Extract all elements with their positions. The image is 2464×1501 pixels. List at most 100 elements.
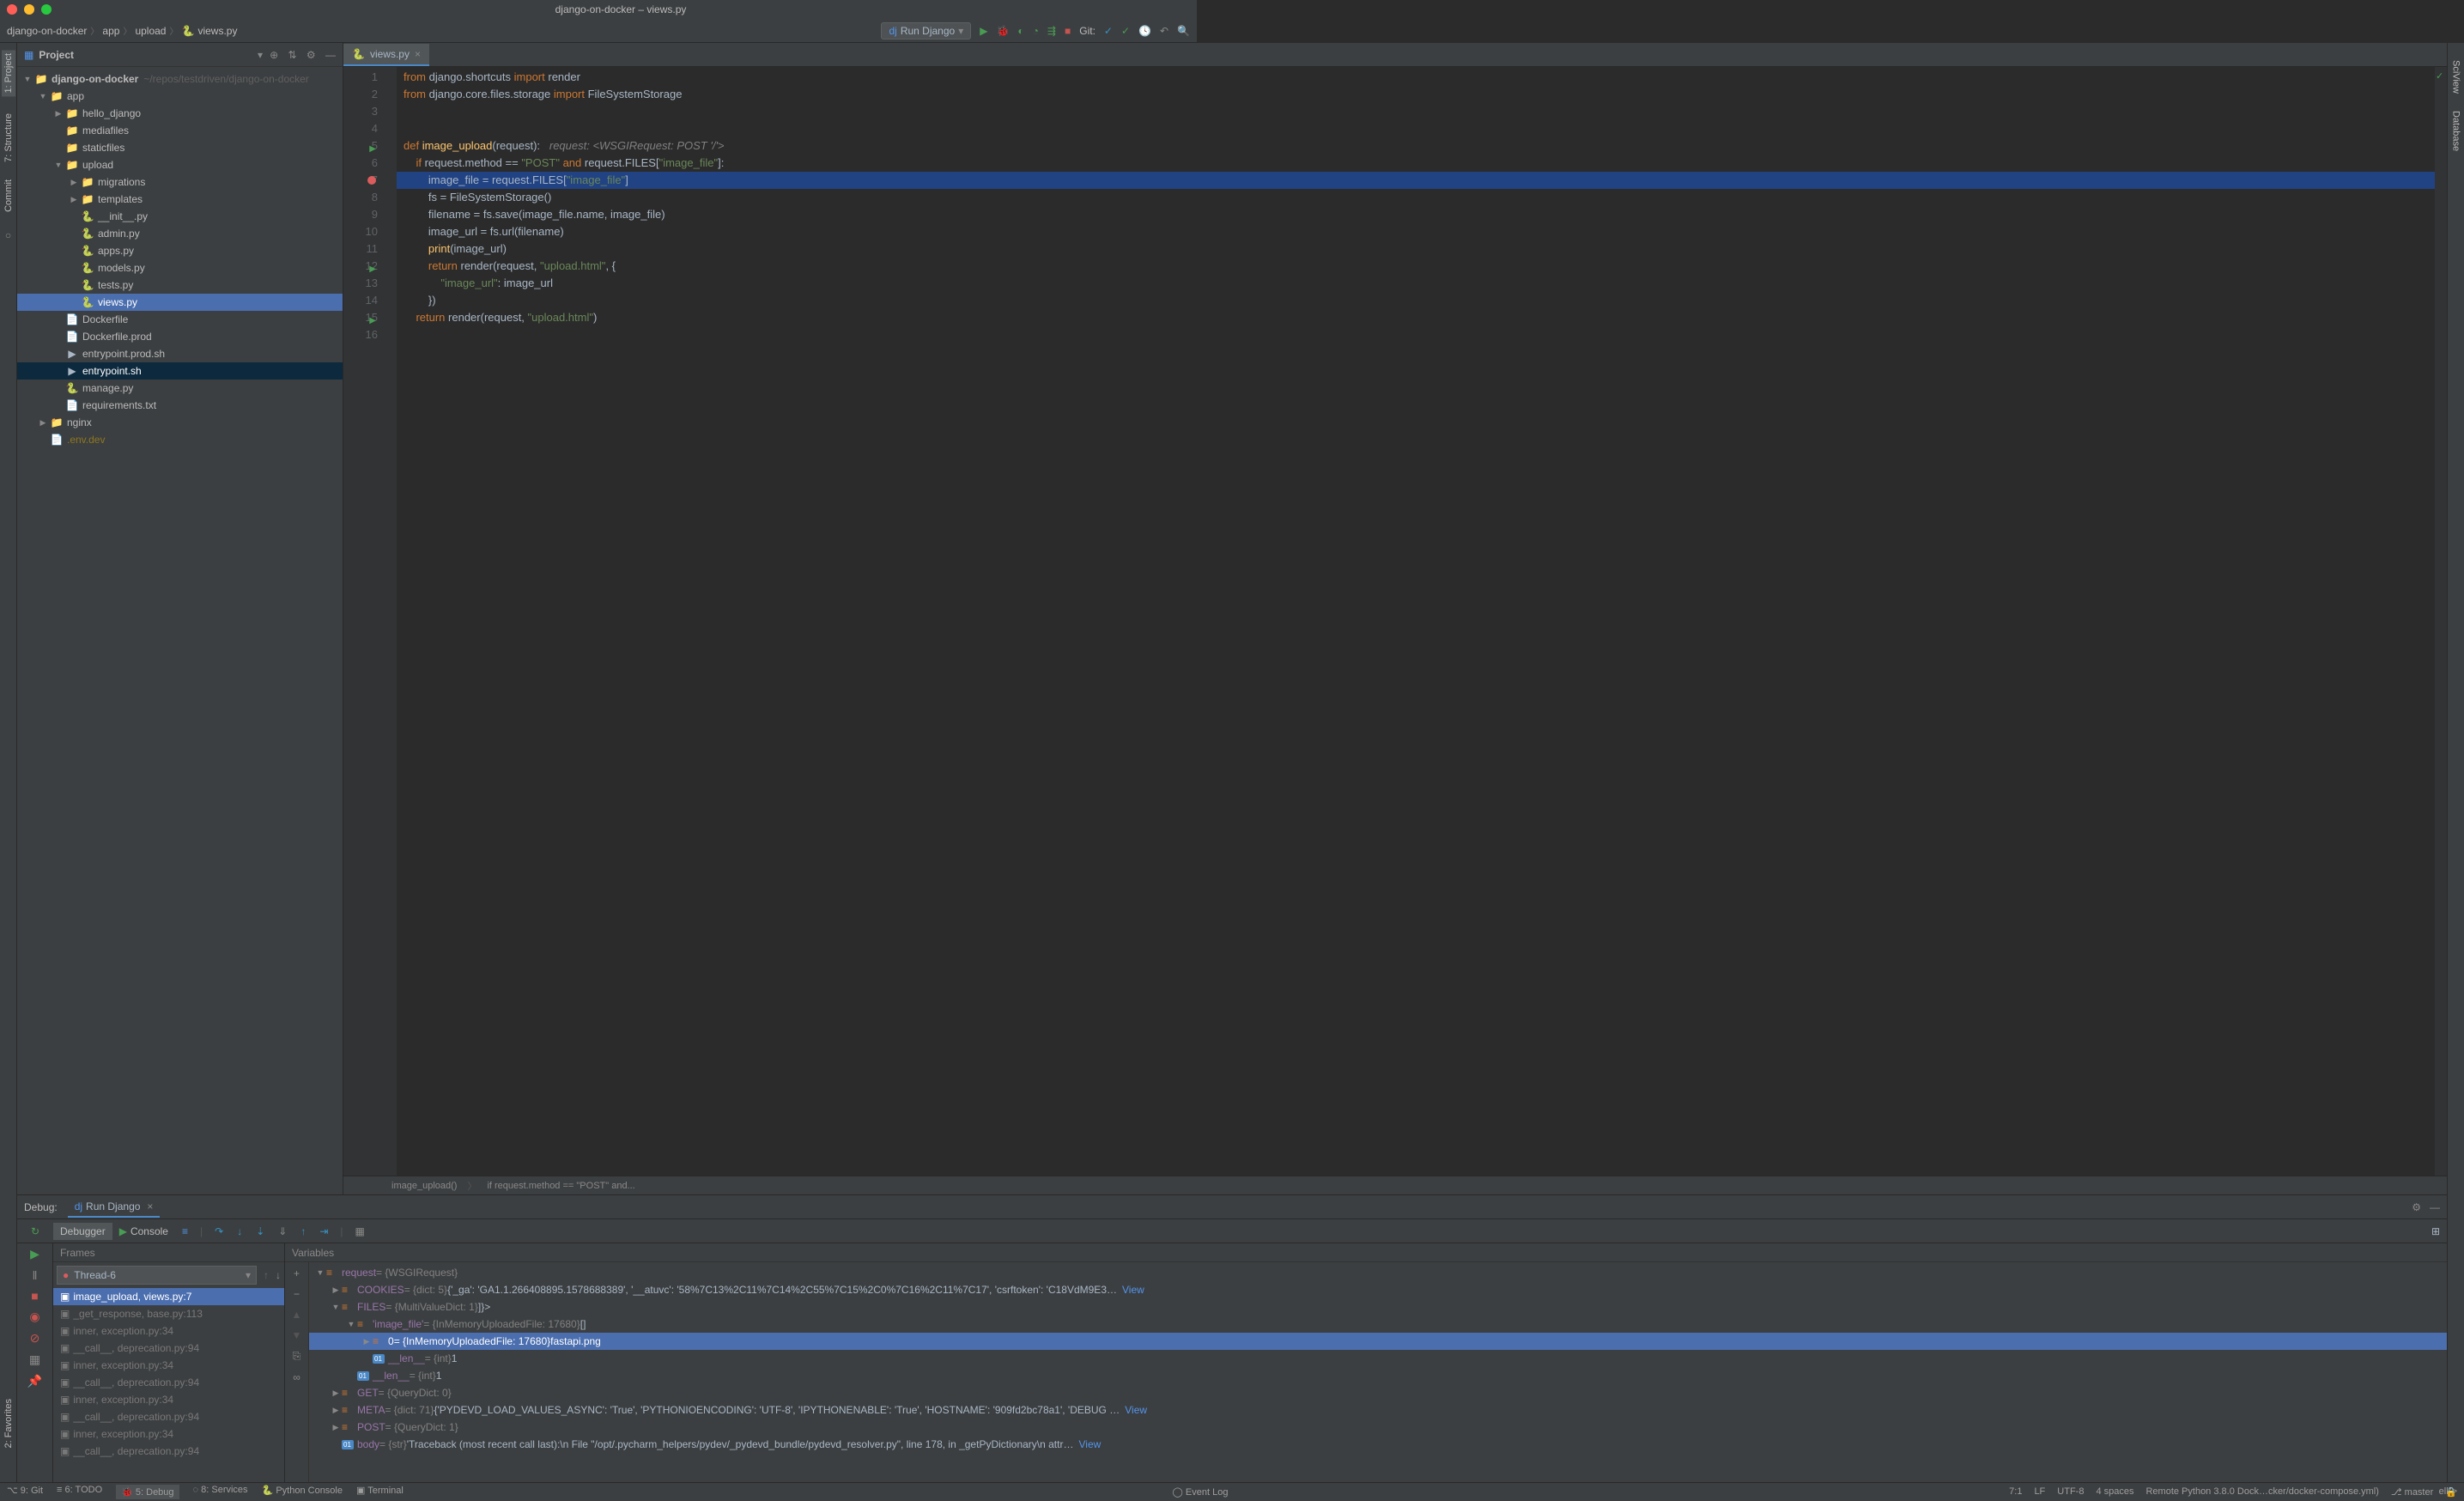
tree-item[interactable]: 🐍views.py xyxy=(17,294,343,311)
expand-all-icon[interactable]: ⇅ xyxy=(288,49,296,61)
tree-item[interactable]: 🐍tests.py xyxy=(17,276,343,294)
status-item[interactable]: UTF-8 xyxy=(2057,1486,2084,1498)
variable-item[interactable]: 01__len__ = {int} 1 xyxy=(309,1367,2447,1384)
tree-item[interactable]: 🐍__init__.py xyxy=(17,208,343,225)
view-breakpoints-icon[interactable]: ◉ xyxy=(29,1310,39,1324)
code-area[interactable]: from django.shortcuts import renderfrom … xyxy=(397,67,2435,1176)
close-window-icon[interactable] xyxy=(7,4,17,15)
variable-item[interactable]: ▶≡0 = {InMemoryUploadedFile: 17680} fast… xyxy=(309,1333,2447,1350)
favorites-tab[interactable]: 2: Favorites xyxy=(3,1399,14,1448)
hide-icon[interactable]: — xyxy=(2430,1201,2440,1213)
frame-item[interactable]: ▣inner, exception.py:34 xyxy=(53,1322,284,1340)
watches-icon[interactable]: ∞ xyxy=(293,1371,300,1383)
tree-item[interactable]: 🐍manage.py xyxy=(17,380,343,397)
concurrency-icon[interactable]: ⇶ xyxy=(1047,25,1056,37)
hide-icon[interactable]: — xyxy=(325,49,336,61)
stop-icon[interactable]: ■ xyxy=(1065,25,1071,37)
pin-icon[interactable]: 📌 xyxy=(27,1374,42,1389)
project-tree[interactable]: ▼📁 django-on-docker ~/repos/testdriven/d… xyxy=(17,67,343,1194)
variable-item[interactable]: ▶≡META = {dict: 71} {'PYDEVD_LOAD_VALUES… xyxy=(309,1401,2447,1419)
down-icon[interactable]: ▼ xyxy=(292,1329,302,1341)
debug-icon[interactable]: 🐞 xyxy=(996,25,1009,37)
code-line[interactable] xyxy=(397,120,2435,137)
breadcrumb-item[interactable]: views.py xyxy=(197,25,237,37)
force-step-icon[interactable]: ⇓ xyxy=(271,1223,294,1240)
pause-icon[interactable]: ‖ xyxy=(33,1268,38,1282)
view-link[interactable]: View xyxy=(1078,1438,1101,1450)
rerun-icon[interactable]: ↻ xyxy=(31,1225,39,1237)
prev-frame-icon[interactable]: ↑ xyxy=(260,1269,272,1281)
tree-item[interactable]: ▶📁hello_django xyxy=(17,105,343,122)
tree-item[interactable]: 🐍apps.py xyxy=(17,242,343,259)
copy-icon[interactable]: ⎘ xyxy=(293,1350,301,1363)
code-line[interactable]: }) xyxy=(397,292,2435,309)
frames-list[interactable]: ▣image_upload, views.py:7▣_get_response,… xyxy=(53,1288,284,1482)
frame-item[interactable]: ▣_get_response, base.py:113 xyxy=(53,1305,284,1322)
frame-item[interactable]: ▣__call__, deprecation.py:94 xyxy=(53,1408,284,1425)
status-python-console-tab[interactable]: 🐍 Python Console xyxy=(262,1485,343,1499)
tree-item[interactable]: 🐍models.py xyxy=(17,259,343,276)
code-line[interactable]: filename = fs.save(image_file.name, imag… xyxy=(397,206,2435,223)
tree-item[interactable]: ▼📁app xyxy=(17,88,343,105)
line-gutter[interactable]: 12345▶6789101112▶131415▶16 xyxy=(343,67,385,1176)
tree-item[interactable]: 📄.env.dev xyxy=(17,431,343,448)
variable-item[interactable]: 01__len__ = {int} 1 xyxy=(309,1350,2447,1367)
code-line[interactable]: return render(request, "upload.html", { xyxy=(397,258,2435,275)
code-line[interactable]: return render(request, "upload.html") xyxy=(397,309,2435,326)
breadcrumb-item[interactable]: upload xyxy=(135,25,166,37)
frame-item[interactable]: ▣__call__, deprecation.py:94 xyxy=(53,1374,284,1391)
code-line[interactable]: from django.shortcuts import render xyxy=(397,69,2435,86)
debugger-tab[interactable]: Debugger xyxy=(53,1223,112,1240)
gear-icon[interactable]: ⚙ xyxy=(306,49,316,61)
tree-item[interactable]: 📄Dockerfile xyxy=(17,311,343,328)
frame-item[interactable]: ▣inner, exception.py:34 xyxy=(53,1357,284,1374)
editor-body[interactable]: 12345▶6789101112▶131415▶16 from django.s… xyxy=(343,67,2447,1176)
project-panel-title[interactable]: Project xyxy=(39,49,258,61)
revert-icon[interactable]: ↶ xyxy=(1160,25,1168,37)
status-item[interactable]: ⎇ master xyxy=(2391,1486,2433,1498)
view-link[interactable]: View xyxy=(1122,1284,1144,1296)
breadcrumb-item[interactable]: if request.method == "POST" and... xyxy=(487,1181,634,1191)
tree-item[interactable]: ▶entrypoint.prod.sh xyxy=(17,345,343,362)
update-icon[interactable]: ✓ xyxy=(1121,25,1130,37)
status-git-tab[interactable]: ⌥ 9: Git xyxy=(7,1485,43,1499)
layout-icon[interactable]: ⊞ xyxy=(2431,1225,2447,1237)
code-line[interactable]: def image_upload(request): request: <WSG… xyxy=(397,137,2435,155)
step-over-icon[interactable]: ↷ xyxy=(208,1223,230,1240)
maximize-window-icon[interactable] xyxy=(41,4,52,15)
project-tab[interactable]: 1: Project xyxy=(2,50,15,96)
breadcrumb-item[interactable]: django-on-docker xyxy=(7,25,87,37)
code-line[interactable]: fs = FileSystemStorage() xyxy=(397,189,2435,206)
frame-item[interactable]: ▣inner, exception.py:34 xyxy=(53,1391,284,1408)
tree-item[interactable]: 📄requirements.txt xyxy=(17,397,343,414)
editor-breadcrumb[interactable]: image_upload() 〉 if request.method == "P… xyxy=(343,1176,2447,1194)
run-to-cursor-icon[interactable]: ⇥ xyxy=(313,1223,335,1240)
new-watch-icon[interactable]: + xyxy=(294,1267,300,1279)
code-line[interactable]: print(image_url) xyxy=(397,240,2435,258)
code-line[interactable] xyxy=(397,103,2435,120)
next-frame-icon[interactable]: ↓ xyxy=(272,1269,284,1281)
tree-item[interactable]: ▶entrypoint.sh xyxy=(17,362,343,380)
variables-list[interactable]: ▼≡request = {WSGIRequest} ▶≡COOKIES = {d… xyxy=(309,1262,2447,1482)
commit-icon[interactable]: ✓ xyxy=(1104,25,1113,37)
run-icon[interactable]: ▶ xyxy=(980,25,987,37)
status-debug-tab[interactable]: 🐞 5: Debug xyxy=(116,1485,179,1499)
run-config-selector[interactable]: djRun Django▾ xyxy=(881,22,971,40)
breadcrumb-item[interactable]: image_upload() xyxy=(391,1181,457,1191)
status-todo-tab[interactable]: ≡ 6: TODO xyxy=(57,1485,102,1499)
variable-item[interactable]: ▼≡'image_file' = {InMemoryUploadedFile: … xyxy=(309,1316,2447,1333)
debug-run-config-tab[interactable]: djRun Django × xyxy=(68,1197,161,1218)
mute-breakpoints-icon[interactable]: ⊘ xyxy=(30,1331,40,1346)
thread-selector[interactable]: ●Thread-6▾ xyxy=(57,1266,257,1285)
evaluate-icon[interactable]: ▦ xyxy=(349,1223,372,1240)
resume-icon[interactable]: ▶ xyxy=(30,1247,39,1261)
variable-item[interactable]: ▶≡GET = {QueryDict: 0} xyxy=(309,1384,2447,1401)
tree-item[interactable]: 📁mediafiles xyxy=(17,122,343,139)
breadcrumb[interactable]: django-on-docker〉 app〉 upload〉 🐍views.py xyxy=(7,24,881,37)
coverage-icon[interactable]: ◐ xyxy=(1017,25,1023,37)
fold-gutter[interactable] xyxy=(385,67,397,1176)
variable-item[interactable]: 01body = {str} 'Traceback (most recent c… xyxy=(309,1436,2447,1453)
minimize-window-icon[interactable] xyxy=(24,4,34,15)
variable-item[interactable]: ▶≡COOKIES = {dict: 5} {'_ga': 'GA1.1.266… xyxy=(309,1281,2447,1298)
commit-tab[interactable]: Commit xyxy=(3,179,14,212)
